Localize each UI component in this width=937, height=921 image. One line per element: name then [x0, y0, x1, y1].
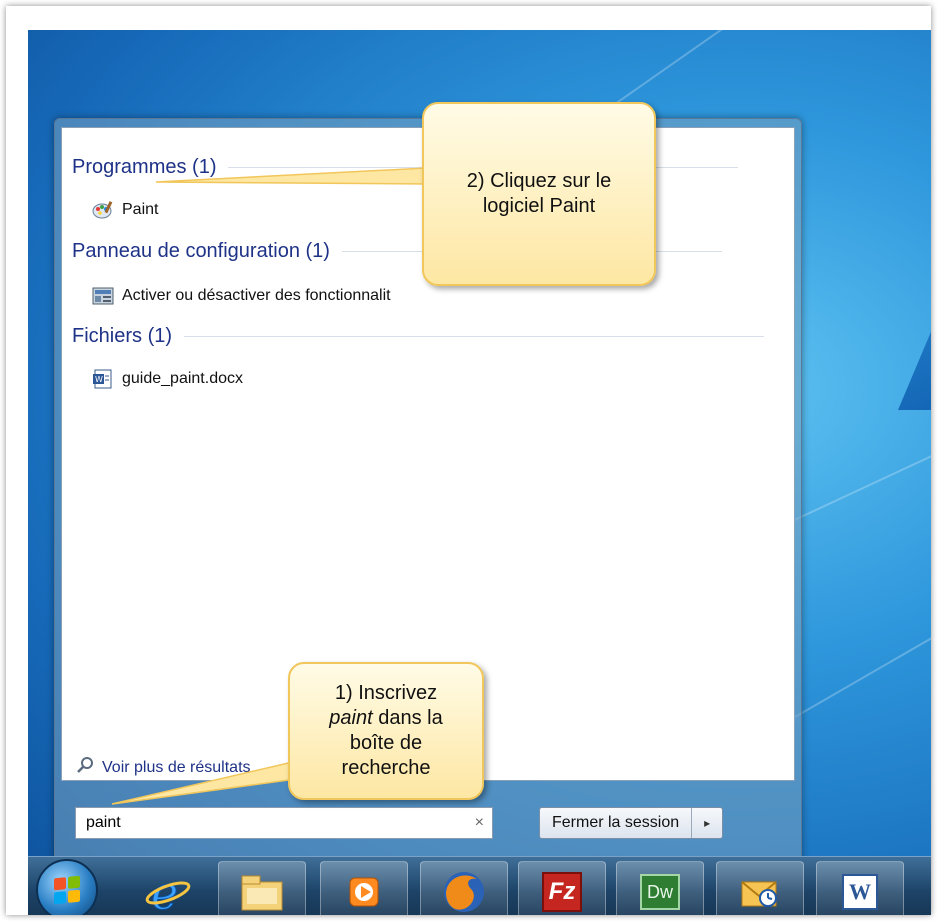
- callout-step1: 1) Inscrivez paint dans la boîte de rech…: [288, 662, 484, 800]
- screenshot-frame: Programmes (1) Paint Panneau de configur…: [6, 6, 931, 915]
- callout-step2: 2) Cliquez sur le logiciel Paint: [422, 102, 656, 286]
